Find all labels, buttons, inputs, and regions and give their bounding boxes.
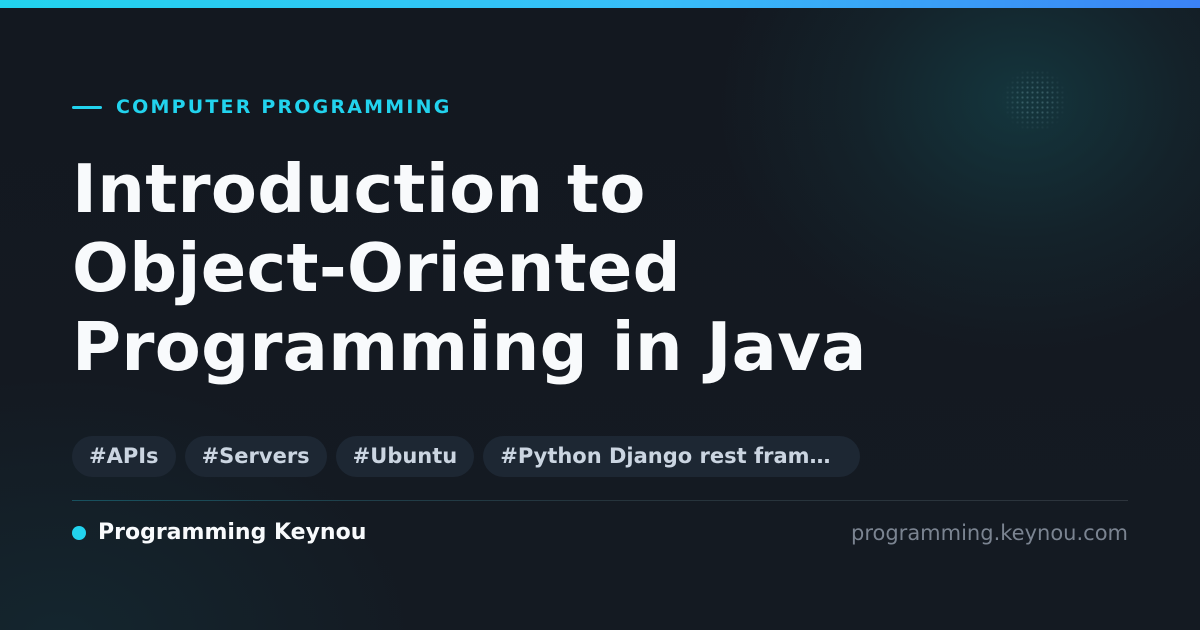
footer-divider: [72, 500, 1128, 501]
category-label: COMPUTER PROGRAMMING: [72, 95, 452, 119]
social-card: COMPUTER PROGRAMMING Introduction to Obj…: [0, 0, 1200, 630]
title-line-3: Programming in Java: [72, 308, 867, 386]
title-line-1: Introduction to: [72, 150, 646, 228]
title-line-2: Object-Oriented: [72, 229, 681, 307]
page-title: Introduction to Object-Oriented Programm…: [72, 150, 1122, 387]
tag-python-django[interactable]: #Python Django rest framework: [483, 436, 861, 477]
brand-dot-icon: [72, 526, 86, 540]
tag-list: #APIs #Servers #Ubuntu #Python Django re…: [72, 436, 861, 477]
dot-pattern-decoration: [1000, 70, 1070, 130]
tag-ubuntu[interactable]: #Ubuntu: [335, 436, 475, 477]
category-text: COMPUTER PROGRAMMING: [116, 96, 452, 118]
top-accent-bar: [0, 0, 1200, 8]
tag-servers[interactable]: #Servers: [184, 436, 327, 477]
category-dash-icon: [72, 105, 102, 109]
tag-apis[interactable]: #APIs: [72, 436, 176, 477]
site-domain: programming.keynou.com: [851, 521, 1128, 545]
brand: Programming Keynou: [72, 519, 366, 547]
brand-name: Programming Keynou: [98, 520, 367, 545]
